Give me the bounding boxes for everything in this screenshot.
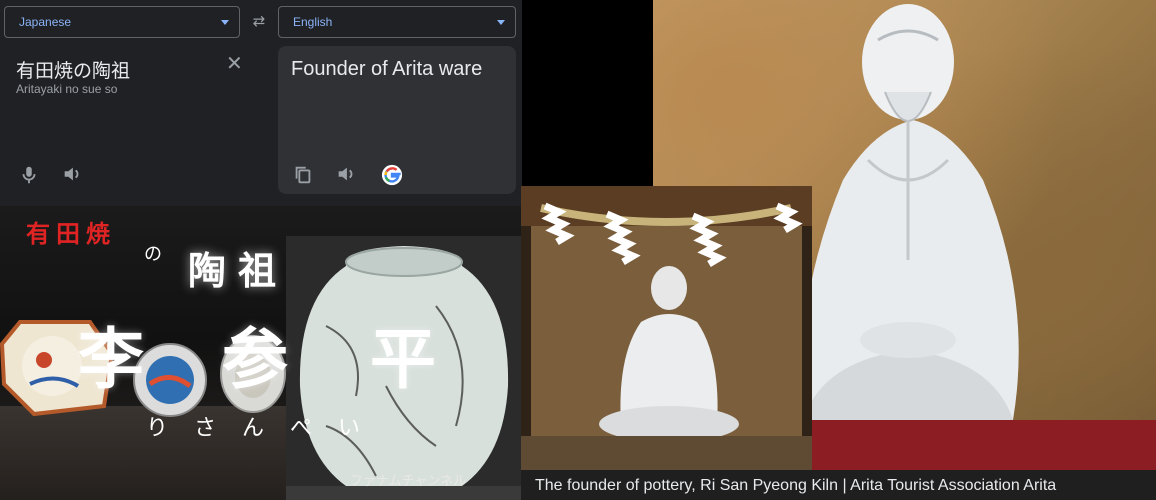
source-language-label: Japanese — [19, 15, 72, 29]
image-caption-bar[interactable]: The founder of pottery, Ri San Pyeong Ki… — [521, 470, 1156, 500]
name-char-2: 参 — [222, 321, 288, 398]
image-caption[interactable]: The founder of pottery, Ri San Pyeong Ki… — [535, 477, 1056, 495]
speaker-icon[interactable] — [335, 163, 357, 185]
translation-output: Founder of Arita ware — [278, 46, 516, 194]
pottery-title-image: 有田焼 の 陶祖 李 参 平 りさんぺい ファナムチャンネル — [0, 206, 522, 500]
source-language-select[interactable]: Japanese — [4, 6, 240, 38]
title-particle-text: の — [144, 244, 162, 265]
translated-text: Founder of Arita ware — [291, 58, 483, 80]
target-language-label: English — [293, 15, 333, 29]
target-language-select[interactable]: English — [278, 6, 516, 38]
microphone-icon[interactable] — [18, 164, 40, 186]
translate-panel: Japanese ⇄ English 有田焼の陶祖 Aritayaki no s… — [0, 0, 522, 206]
chevron-down-icon — [497, 20, 505, 25]
close-icon[interactable]: ✕ — [226, 54, 243, 74]
source-text[interactable]: 有田焼の陶祖 — [16, 56, 130, 83]
copy-icon[interactable] — [292, 164, 314, 186]
name-char-1: 李 — [78, 321, 144, 398]
source-text-area[interactable]: 有田焼の陶祖 Aritayaki no sue so ✕ — [0, 44, 274, 206]
shrine-photo-small — [521, 186, 812, 470]
shrine-statue-image — [521, 186, 812, 470]
name-char-3: 平 — [370, 321, 436, 398]
name-reading-text: りさんぺい — [146, 416, 387, 441]
google-g-icon[interactable] — [381, 164, 403, 186]
chevron-down-icon — [221, 20, 229, 25]
title-red-text: 有田焼 — [26, 220, 116, 248]
channel-credit-text: ファナムチャンネル — [350, 474, 467, 489]
speaker-icon[interactable] — [61, 163, 83, 185]
source-romanization: Aritayaki no sue so — [16, 82, 118, 96]
title-white-text: 陶祖 — [188, 249, 289, 293]
swap-languages-icon[interactable]: ⇄ — [248, 12, 270, 32]
